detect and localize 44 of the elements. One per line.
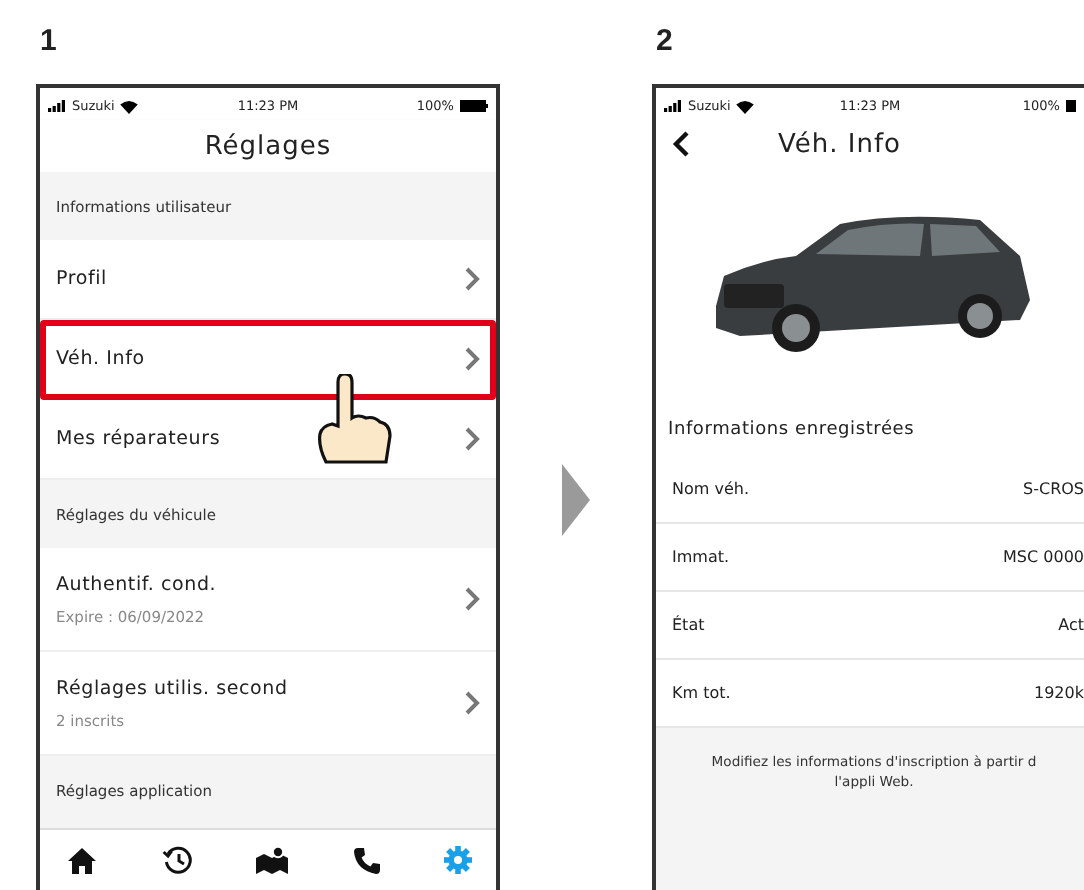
settings-item[interactable]: Mes réparateurs bbox=[40, 400, 496, 480]
chevron-right-icon bbox=[464, 586, 480, 612]
info-label: Immat. bbox=[672, 548, 730, 566]
info-value: Act bbox=[1058, 616, 1084, 634]
item-label: Réglages utilis. second bbox=[56, 677, 288, 699]
map-pin-icon bbox=[256, 846, 288, 874]
next-step-arrow-icon bbox=[562, 464, 590, 536]
info-label: État bbox=[672, 616, 705, 634]
history-icon bbox=[161, 846, 191, 874]
signal-icon bbox=[48, 100, 66, 112]
section-header: Informations enregistrées bbox=[666, 417, 917, 444]
settings-icon bbox=[444, 846, 472, 874]
tab-bar-item[interactable] bbox=[256, 846, 288, 874]
item-label: Authentif. cond. bbox=[56, 573, 217, 595]
phone-icon bbox=[353, 847, 379, 873]
settings-item[interactable]: Profil bbox=[40, 240, 496, 320]
screen-title: Réglages bbox=[204, 131, 332, 161]
pointing-hand-icon bbox=[314, 374, 394, 466]
item-label: Mes réparateurs bbox=[56, 428, 221, 450]
back-icon[interactable] bbox=[672, 130, 690, 158]
chevron-right-icon bbox=[464, 426, 480, 452]
item-label: Véh. Info bbox=[56, 348, 145, 370]
step-number: 2 bbox=[654, 22, 673, 62]
info-value: S-CROS bbox=[1023, 480, 1084, 498]
tab-bar-item[interactable] bbox=[161, 846, 191, 874]
chevron-right-icon bbox=[464, 266, 480, 292]
chevron-right-icon bbox=[464, 346, 480, 372]
settings-item[interactable]: Véh. Info bbox=[40, 320, 496, 400]
info-label: Km tot. bbox=[672, 684, 731, 702]
tab-bar-item[interactable] bbox=[68, 847, 96, 873]
screen-title: Véh. Info bbox=[778, 129, 901, 159]
tab-bar-item[interactable] bbox=[353, 847, 379, 873]
home-icon bbox=[68, 847, 96, 873]
info-label: Nom véh. bbox=[672, 480, 749, 498]
battery-icon bbox=[1065, 100, 1076, 112]
chevron-right-icon bbox=[464, 690, 480, 716]
item-label: Profil bbox=[56, 268, 107, 290]
wifi-icon bbox=[736, 99, 755, 113]
info-value: MSC 0000 bbox=[1003, 548, 1084, 566]
info-value: 1920k bbox=[1034, 684, 1084, 702]
battery-icon bbox=[459, 100, 488, 112]
wifi-icon bbox=[120, 99, 139, 113]
step-number: 1 bbox=[38, 22, 57, 62]
signal-icon bbox=[664, 100, 682, 112]
